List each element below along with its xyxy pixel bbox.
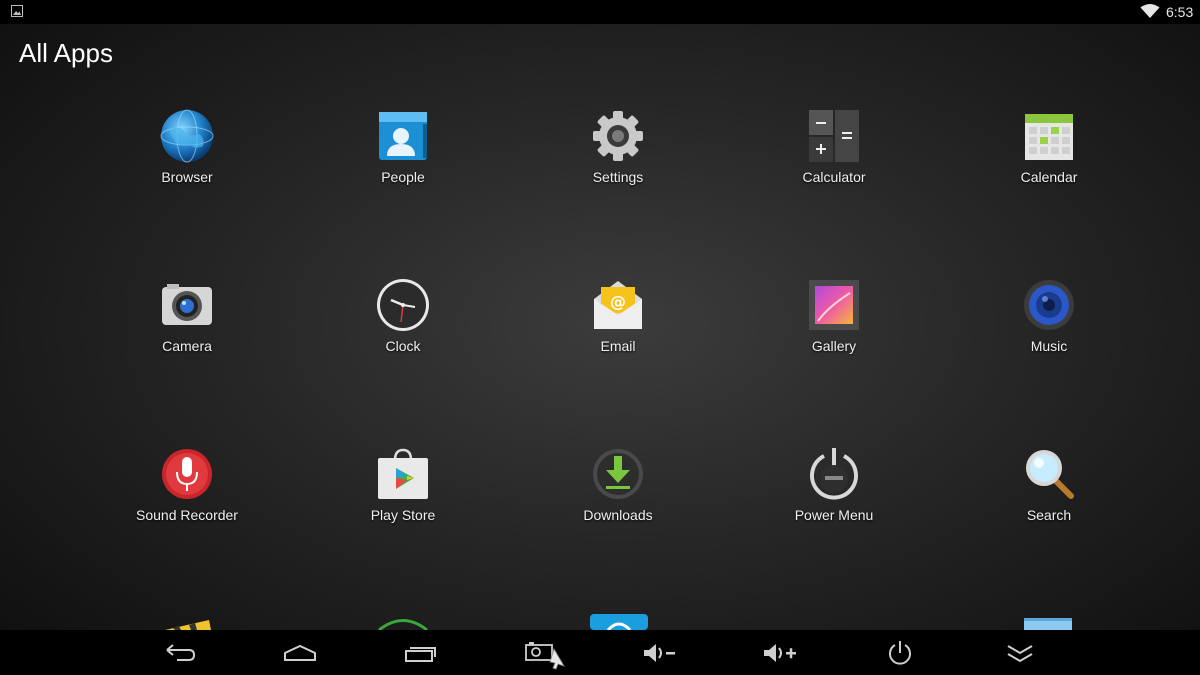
app-label: Settings [592, 169, 644, 185]
speaker-icon [1024, 280, 1074, 330]
circle-app-icon [378, 619, 428, 630]
volume-up-button[interactable] [752, 636, 808, 670]
app-label: Downloads [583, 507, 653, 523]
app-email[interactable]: @ Email [538, 277, 698, 387]
app-partial-files[interactable] [1024, 616, 1074, 630]
app-camera[interactable]: Camera [107, 277, 267, 387]
app-music[interactable]: Music [969, 277, 1129, 387]
app-label: Sound Recorder [136, 507, 238, 523]
globe-icon [160, 109, 214, 163]
volume-down-button[interactable] [632, 636, 688, 670]
app-calendar[interactable]: Calendar [969, 108, 1129, 218]
contacts-icon [379, 112, 427, 160]
app-gallery[interactable]: Gallery [754, 277, 914, 387]
back-button[interactable] [152, 636, 208, 670]
clock-icon [377, 279, 429, 331]
gallery-icon [809, 280, 859, 330]
app-power-menu[interactable]: Power Menu [754, 446, 914, 556]
app-label: Play Store [370, 507, 436, 523]
play-store-icon [378, 448, 428, 499]
app-label: Calculator [802, 169, 866, 185]
email-icon: @ [594, 281, 642, 329]
hide-bar-icon [1007, 645, 1033, 663]
app-label: Power Menu [794, 507, 874, 523]
app-partial-blue[interactable] [590, 614, 648, 630]
calendar-icon [1025, 114, 1073, 160]
app-label: Browser [161, 169, 213, 185]
hide-bar-button[interactable] [992, 636, 1048, 670]
app-people[interactable]: People [323, 108, 483, 218]
download-icon [593, 449, 643, 499]
app-label: Clock [385, 338, 421, 354]
app-clock[interactable]: Clock [323, 277, 483, 387]
gear-icon [593, 111, 643, 161]
app-calculator[interactable]: Calculator [754, 108, 914, 218]
recent-apps-icon [405, 647, 436, 662]
app-settings[interactable]: Settings [538, 108, 698, 218]
camera-icon [162, 284, 212, 325]
app-label: Search [1026, 507, 1072, 523]
calculator-icon [809, 110, 859, 162]
navigation-bar [0, 630, 1200, 675]
app-sound-recorder[interactable]: Sound Recorder [107, 446, 267, 556]
app-browser[interactable]: Browser [107, 108, 267, 218]
microphone-icon [162, 449, 212, 499]
svg-text:@: @ [610, 292, 626, 311]
screenshot-icon [525, 642, 565, 670]
app-label: Music [1030, 338, 1068, 354]
power-icon [889, 641, 911, 665]
app-label: Calendar [1020, 169, 1078, 185]
home-icon [284, 644, 316, 661]
app-label: Camera [162, 338, 212, 354]
power-menu-icon [810, 448, 858, 500]
back-icon [166, 644, 196, 661]
home-button[interactable] [272, 636, 328, 670]
app-label: Email [600, 338, 636, 354]
app-search[interactable]: Search [969, 446, 1129, 556]
power-button[interactable] [872, 636, 928, 670]
app-play-store[interactable]: Play Store [323, 446, 483, 556]
screenshot-button[interactable] [512, 636, 568, 670]
magnifier-icon [1026, 450, 1074, 499]
clapperboard-icon [165, 620, 211, 630]
folder-icon [1024, 618, 1072, 630]
app-label: People [381, 169, 425, 185]
blue-app-icon [590, 614, 648, 630]
app-grid: Browser People Settings Calculator Calen… [0, 0, 1200, 630]
app-label: Gallery [811, 338, 857, 354]
app-downloads[interactable]: Downloads [538, 446, 698, 556]
app-partial-video[interactable] [159, 617, 215, 630]
recent-apps-button[interactable] [392, 636, 448, 670]
volume-down-icon [644, 644, 675, 662]
app-partial-green[interactable] [375, 617, 431, 630]
volume-up-icon [764, 644, 796, 662]
